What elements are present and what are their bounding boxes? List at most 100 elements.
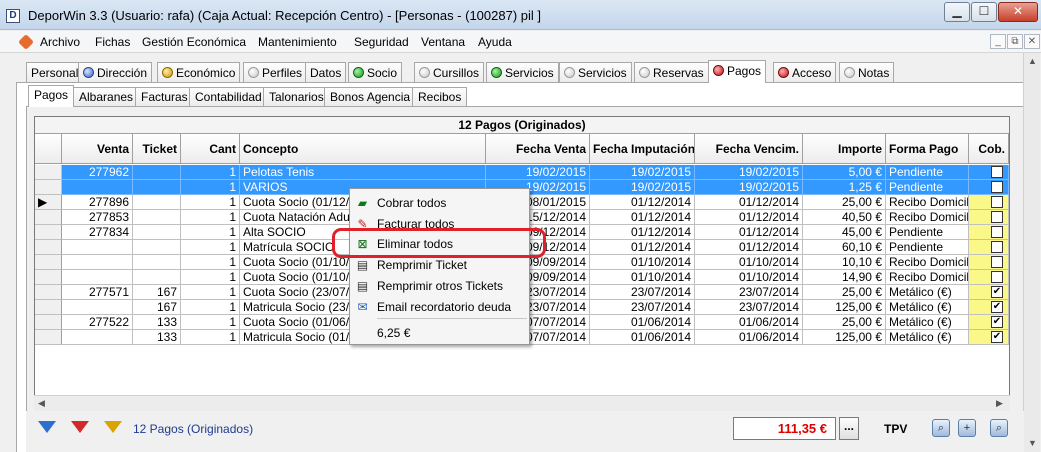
maximize-button[interactable]: ☐ (971, 2, 997, 22)
subtab-recibos[interactable]: Recibos (412, 87, 468, 106)
app-menu-icon[interactable] (18, 34, 34, 50)
horizontal-scrollbar[interactable]: ◀ ▶ (34, 395, 1010, 411)
row-indicator: ▶ (35, 195, 62, 210)
cell-cob[interactable]: ✔ (969, 285, 1009, 300)
header-ticket[interactable]: Ticket (133, 134, 181, 164)
cell-cob[interactable]: ✔ (969, 315, 1009, 330)
menu-ayuda[interactable]: Ayuda (478, 35, 512, 49)
minimize-button[interactable]: ▁ (944, 2, 970, 22)
subtab-contabilidad[interactable]: Contabilidad (189, 87, 268, 106)
header-fecha-imputacion[interactable]: Fecha Imputación (590, 134, 695, 164)
scroll-down-icon[interactable]: ▼ (1028, 438, 1037, 448)
scroll-up-icon[interactable]: ▲ (1028, 56, 1037, 66)
tab-reservas[interactable]: Reservas (634, 62, 709, 82)
tab-datos[interactable]: Datos (305, 62, 347, 82)
cobrado-checkbox[interactable] (991, 271, 1003, 283)
search-payment-icon[interactable]: ⌕ (932, 419, 950, 437)
cell-fecha-imputacion: 23/07/2014 (590, 285, 695, 300)
scroll-left-icon[interactable]: ◀ (38, 398, 45, 409)
subtab-facturas[interactable]: Facturas (135, 87, 194, 106)
cell-cob[interactable]: ✔ (969, 330, 1009, 345)
tab-acceso[interactable]: Acceso (773, 62, 837, 82)
cell-cob[interactable]: ✔ (969, 300, 1009, 315)
cobrado-checkbox[interactable] (991, 226, 1003, 238)
tab-economico[interactable]: Económico (157, 62, 241, 82)
scroll-right-icon[interactable]: ▶ (996, 398, 1003, 409)
menu-ventana[interactable]: Ventana (421, 35, 465, 49)
cell-cob[interactable] (969, 180, 1009, 195)
header-fecha-venta[interactable]: Fecha Venta (486, 134, 590, 164)
add-payment-icon[interactable]: + (958, 419, 976, 437)
tab-cursillos[interactable]: Cursillos (414, 62, 485, 82)
cobrado-checkbox[interactable] (991, 181, 1003, 193)
cobrado-checkbox[interactable]: ✔ (991, 331, 1003, 343)
view-payment-icon[interactable]: ⌕ (990, 419, 1008, 437)
subtab-talonarios[interactable]: Talonarios (263, 87, 330, 106)
cobrado-checkbox[interactable] (991, 211, 1003, 223)
cell-cob[interactable] (969, 255, 1009, 270)
tab-direccion[interactable]: Dirección (78, 62, 153, 82)
subtab-pagos[interactable]: Pagos (28, 85, 75, 107)
header-forma-pago[interactable]: Forma Pago (886, 134, 969, 164)
close-button[interactable]: ✕ (998, 2, 1038, 22)
tab-servicios-activos[interactable]: Servicios (486, 62, 559, 82)
menu-gestion-economica[interactable]: Gestión Económica (142, 35, 246, 49)
mdi-close-button[interactable]: ✕ (1024, 34, 1040, 49)
filter-blue-icon[interactable] (38, 421, 56, 433)
menu-item-email-recordatorio[interactable]: ✉ Email recordatorio deuda (350, 297, 529, 318)
tab-pagos[interactable]: Pagos (708, 60, 767, 83)
menu-item-cobrar-todos[interactable]: ▰ Cobrar todos (350, 193, 529, 214)
menu-item-remprimir-ticket[interactable]: ▤ Remprimir Ticket (350, 255, 529, 276)
printer-icon: ▤ (356, 258, 369, 272)
subtab-label: Pagos (34, 88, 69, 102)
header-fecha-vencim[interactable]: Fecha Vencim. (695, 134, 803, 164)
menu-item-label: Remprimir Ticket (377, 258, 468, 272)
cell-cob[interactable] (969, 210, 1009, 225)
cell-venta (62, 255, 133, 270)
menu-fichas[interactable]: Fichas (95, 35, 130, 49)
cobrado-checkbox[interactable] (991, 256, 1003, 268)
tab-label: Notas (858, 66, 890, 80)
mdi-minimize-button[interactable]: _ (990, 34, 1006, 49)
cell-cob[interactable] (969, 225, 1009, 240)
row-indicator (35, 225, 62, 240)
cobrado-checkbox[interactable]: ✔ (991, 316, 1003, 328)
cell-cant: 1 (181, 270, 240, 285)
filter-red-icon[interactable] (71, 421, 89, 433)
header-indicator (35, 134, 62, 164)
tab-socio[interactable]: Socio (348, 62, 403, 82)
menu-mantenimiento[interactable]: Mantenimiento (258, 35, 337, 49)
cell-cob[interactable] (969, 165, 1009, 180)
tab-servicios[interactable]: Servicios (559, 62, 632, 82)
header-importe[interactable]: Importe (803, 134, 886, 164)
tab-perfiles[interactable]: Perfiles (243, 62, 308, 82)
vertical-scrollbar[interactable]: ▲ ▼ (1023, 53, 1040, 452)
cell-ticket (133, 210, 181, 225)
header-venta[interactable]: Venta (62, 134, 133, 164)
header-cant[interactable]: Cant (181, 134, 240, 164)
menu-item-remprimir-otros-tickets[interactable]: ▤ Remprimir otros Tickets (350, 276, 529, 297)
highlight-annotation (332, 228, 546, 258)
filter-gold-icon[interactable] (104, 421, 122, 433)
menu-archivo[interactable]: Archivo (40, 35, 80, 49)
mdi-restore-button[interactable]: ⧉ (1007, 34, 1023, 49)
cobrado-checkbox[interactable] (991, 241, 1003, 253)
subtab-albaranes[interactable]: Albaranes (73, 87, 140, 106)
cell-cob[interactable] (969, 270, 1009, 285)
more-options-button[interactable]: ... (839, 417, 859, 440)
header-cob[interactable]: Cob. (969, 134, 1009, 164)
cobrado-checkbox[interactable] (991, 166, 1003, 178)
cell-cob[interactable] (969, 195, 1009, 210)
cell-ticket (133, 225, 181, 240)
header-concepto[interactable]: Concepto (240, 134, 486, 164)
tab-personal[interactable]: Personal (26, 62, 84, 82)
menu-bar: Archivo Fichas Gestión Económica Manteni… (0, 31, 1041, 53)
table-row[interactable]: 277962 1 Pelotas Tenis 19/02/2015 19/02/2015… (35, 165, 1009, 180)
tab-notas[interactable]: Notas (839, 62, 895, 82)
menu-seguridad[interactable]: Seguridad (354, 35, 409, 49)
subtab-bonos-agencia[interactable]: Bonos Agencia (324, 87, 417, 106)
cobrado-checkbox[interactable]: ✔ (991, 301, 1003, 313)
cobrado-checkbox[interactable] (991, 196, 1003, 208)
cell-cob[interactable] (969, 240, 1009, 255)
cobrado-checkbox[interactable]: ✔ (991, 286, 1003, 298)
